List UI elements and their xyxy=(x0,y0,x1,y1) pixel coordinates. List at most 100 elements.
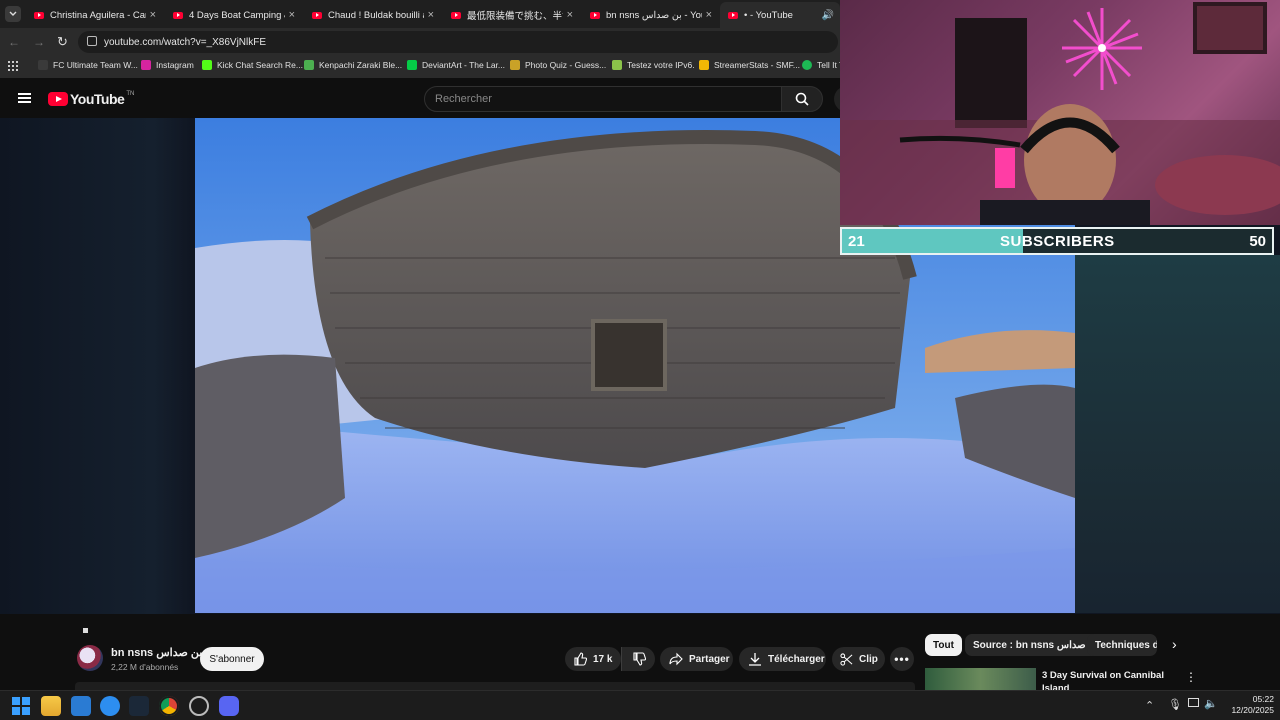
edge-app-icon[interactable] xyxy=(100,696,120,716)
close-tab-icon[interactable]: × xyxy=(428,9,434,21)
tab-strip: Christina Aguilera - Can't × 4 Days Boat … xyxy=(0,0,840,28)
discord-icon[interactable] xyxy=(219,696,239,716)
like-button[interactable]: 17 k xyxy=(565,647,621,671)
browser-tab[interactable]: 最低限装備で挑む、半サバ× xyxy=(443,2,579,28)
site-info-icon[interactable] xyxy=(87,36,97,46)
bookmark-item[interactable]: DeviantArt - The Lar... xyxy=(407,60,505,70)
search-input[interactable]: Rechercher xyxy=(424,86,782,112)
bookmark-item[interactable]: Tell It T xyxy=(802,60,844,70)
share-button[interactable]: Partager xyxy=(660,647,733,671)
bookmark-favicon-icon xyxy=(612,60,622,70)
channel-subscriber-count: 2,22 M d'abonnés xyxy=(111,662,179,672)
address-bar[interactable]: youtube.com/watch?v=_X86VjNlkFE xyxy=(78,31,838,53)
clip-button[interactable]: Clip xyxy=(832,647,885,671)
comment-bar xyxy=(75,682,915,690)
taskbar-clock[interactable]: 05:22 12/20/2025 xyxy=(1222,694,1274,716)
search-icon xyxy=(795,92,809,106)
bookmark-favicon-icon xyxy=(699,60,709,70)
youtube-favicon-icon xyxy=(728,11,738,19)
steam-icon[interactable] xyxy=(129,696,149,716)
chip-all[interactable]: Tout xyxy=(925,634,962,656)
recommended-title[interactable]: 3 Day Survival on Cannibal Island xyxy=(1042,669,1172,690)
video-info-section: bn nsns بن صداس 2,22 M d'abonnés S'abonn… xyxy=(0,614,1280,690)
chrome-icon[interactable] xyxy=(159,696,179,716)
subscriber-goal-bar: 21 SUBSCRIBERS 50 xyxy=(840,227,1274,255)
youtube-favicon-icon xyxy=(34,11,44,19)
chip-techniques[interactable]: Techniques de xyxy=(1087,634,1157,656)
clock-date: 12/20/2025 xyxy=(1231,705,1274,715)
youtube-logo[interactable]: YouTube TN xyxy=(48,91,134,107)
forward-arrow-icon[interactable]: → xyxy=(33,35,45,49)
dislike-button[interactable] xyxy=(621,647,655,671)
browser-toolbar: ← → ↻ youtube.com/watch?v=_X86VjNlkFE xyxy=(0,28,840,56)
clock-time: 05:22 xyxy=(1252,694,1274,704)
browser-tab-active[interactable]: • - YouTube 🔊 xyxy=(720,2,840,28)
bookmark-item[interactable]: Kenpachi Zaraki Ble... xyxy=(304,60,402,70)
close-tab-icon[interactable]: × xyxy=(289,9,295,21)
speaker-icon[interactable]: 🔊 xyxy=(822,10,834,21)
close-tab-icon[interactable]: × xyxy=(150,9,156,21)
close-tab-icon[interactable]: × xyxy=(706,9,712,21)
app-icon[interactable] xyxy=(189,696,209,716)
volume-icon[interactable]: 🔈 xyxy=(1204,697,1218,710)
browser-tab[interactable]: bn nsns بن صداس - YouTu× xyxy=(582,2,718,28)
streamer-webcam xyxy=(840,0,1280,225)
youtube-favicon-icon xyxy=(590,11,600,19)
kick-icon xyxy=(202,60,212,70)
recommended-thumbnail[interactable] xyxy=(925,668,1036,690)
youtube-play-logo-icon xyxy=(48,92,68,106)
search-button[interactable] xyxy=(781,86,823,112)
chevron-down-icon xyxy=(9,11,17,16)
subscriber-goal: 50 xyxy=(1249,233,1266,250)
subscriber-label: SUBSCRIBERS xyxy=(1000,233,1115,250)
browser-tab[interactable]: 4 Days Boat Camping & C× xyxy=(165,2,301,28)
bookmark-favicon-icon xyxy=(38,60,48,70)
mail-app-icon[interactable] xyxy=(71,696,91,716)
channel-name[interactable]: bn nsns بن صداس xyxy=(111,646,202,659)
youtube-favicon-icon xyxy=(451,11,461,19)
tab-list-dropdown-button[interactable] xyxy=(5,6,21,22)
channel-avatar[interactable] xyxy=(77,645,103,671)
bookmark-item[interactable]: FC Ultimate Team W... xyxy=(38,60,138,70)
thumbs-down-icon xyxy=(632,652,646,666)
microphone-icon[interactable]: 🎙 xyxy=(1168,698,1182,711)
more-horizontal-icon: ••• xyxy=(894,652,910,666)
bookmark-item[interactable]: Photo Quiz - Guess... xyxy=(510,60,606,70)
bookmark-item[interactable]: StreamerStats - SMF... xyxy=(699,60,800,70)
more-actions-button[interactable]: ••• xyxy=(890,647,914,671)
browser-tab[interactable]: Chaud ! Buldak bouilli ave× xyxy=(304,2,440,28)
windows-taskbar: ⌃ 🎙 🔈 05:22 12/20/2025 xyxy=(0,690,1280,720)
chevron-up-icon[interactable]: ⌃ xyxy=(1145,699,1154,712)
url-text: youtube.com/watch?v=_X86VjNlkFE xyxy=(104,36,267,48)
download-icon xyxy=(749,653,761,666)
youtube-header: YouTube TN Rechercher xyxy=(0,78,860,118)
reload-icon[interactable]: ↻ xyxy=(57,34,68,50)
deviantart-icon xyxy=(407,60,417,70)
browser-tab[interactable]: Christina Aguilera - Can't × xyxy=(26,2,162,28)
hamburger-menu-icon[interactable] xyxy=(18,93,31,103)
windows-start-icon[interactable] xyxy=(12,697,30,715)
chevron-right-icon[interactable]: › xyxy=(1172,636,1177,652)
bookmarks-bar: FC Ultimate Team W... Instagram Kick Cha… xyxy=(0,56,844,78)
apps-grid-icon[interactable] xyxy=(8,61,18,71)
file-explorer-icon[interactable] xyxy=(41,696,61,716)
bookmark-favicon-icon xyxy=(510,60,520,70)
bookmark-item[interactable]: Instagram xyxy=(141,60,194,70)
share-arrow-icon xyxy=(669,652,683,666)
subscriber-goal-fill xyxy=(842,229,1023,253)
chip-source[interactable]: Source : bn nsns بن صداس xyxy=(965,634,1107,656)
download-button[interactable]: Télécharger xyxy=(739,647,826,671)
network-icon[interactable] xyxy=(1188,698,1199,707)
back-arrow-icon[interactable]: ← xyxy=(8,35,20,49)
bookmark-item[interactable]: Testez votre IPv6. xyxy=(612,60,695,70)
subscriber-current: 21 xyxy=(848,233,865,250)
recommended-menu-icon[interactable]: ⋮ xyxy=(1185,670,1197,684)
spotify-icon xyxy=(802,60,812,70)
close-tab-icon[interactable]: × xyxy=(567,9,573,21)
subscribe-button[interactable]: S'abonner xyxy=(200,647,264,671)
video-ambient-panel xyxy=(1075,255,1280,613)
bookmark-item[interactable]: Kick Chat Search Re... xyxy=(202,60,303,70)
youtube-favicon-icon xyxy=(312,11,322,19)
bookmark-favicon-icon xyxy=(304,60,314,70)
thumbs-up-icon xyxy=(574,652,587,666)
